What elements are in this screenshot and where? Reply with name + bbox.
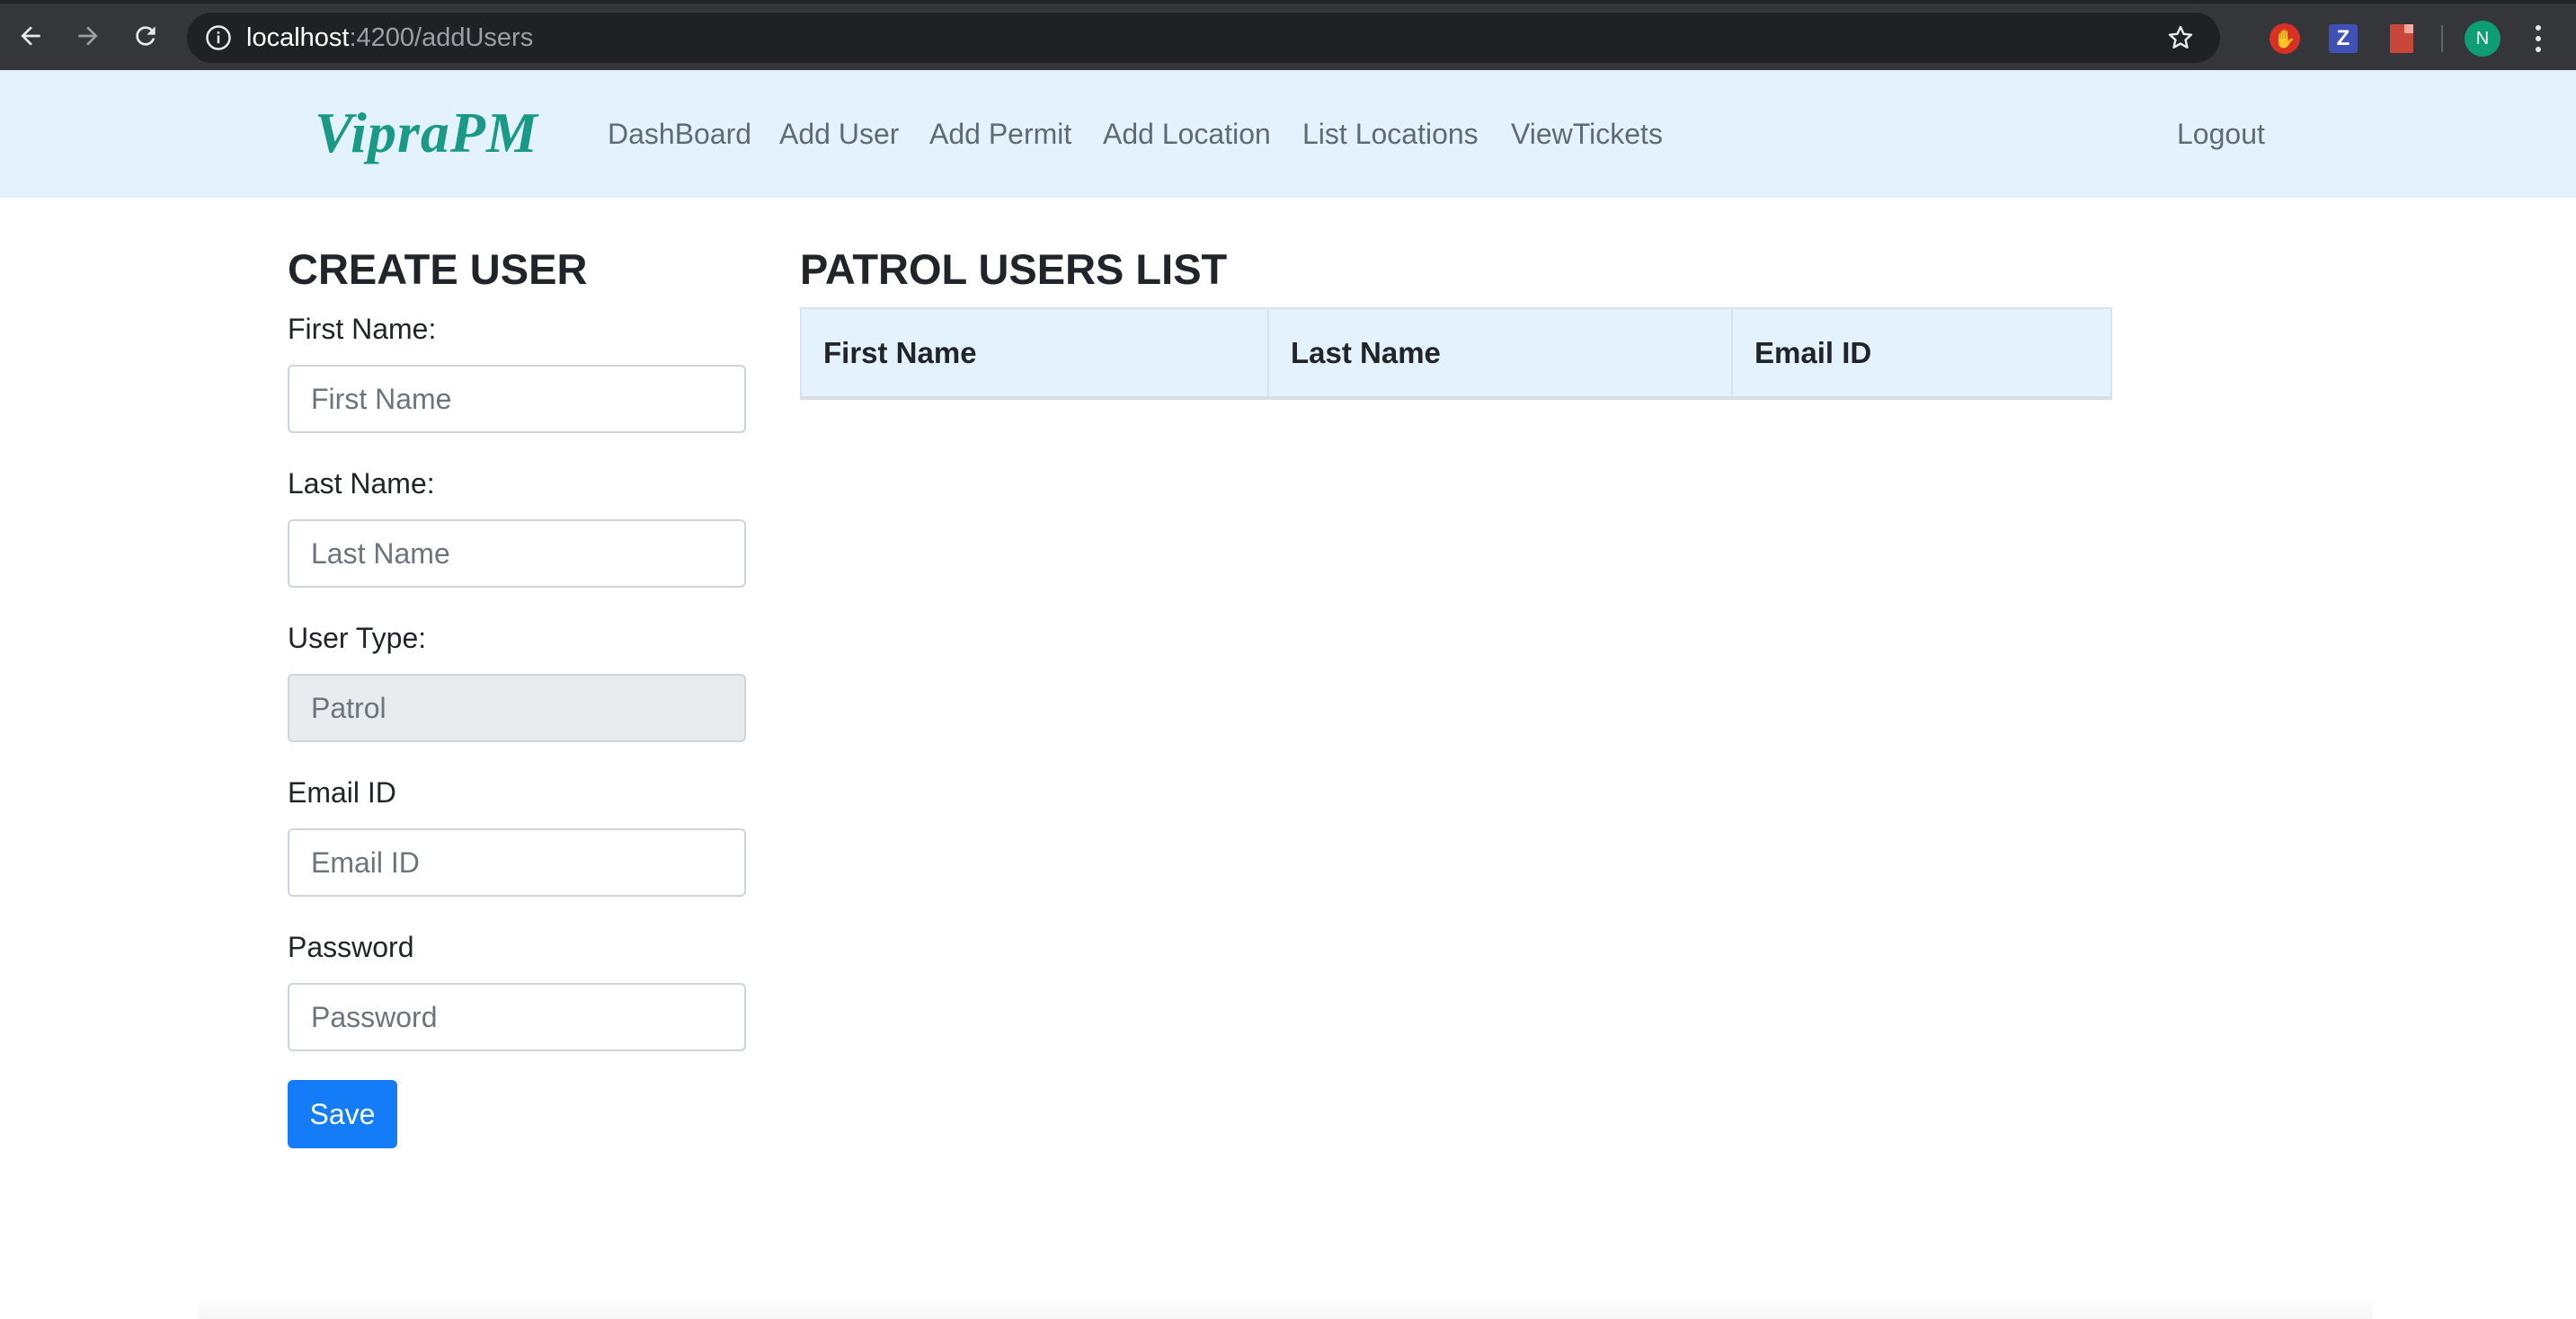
password-label: Password: [288, 931, 414, 963]
toolbar-divider: [2441, 25, 2443, 52]
extension-pdf-icon[interactable]: [2386, 23, 2417, 54]
address-bar[interactable]: localhost:4200/addUsers: [187, 13, 2220, 63]
create-user-form: CREATE USER First Name: Last Name: User …: [288, 241, 746, 1148]
table-header-row: First Name Last Name Email ID: [800, 307, 2112, 400]
password-input[interactable]: [288, 983, 746, 1051]
url-text[interactable]: localhost:4200/addUsers: [246, 13, 533, 63]
column-header-email: Email ID: [1731, 307, 2112, 400]
nav-link-add-location[interactable]: Add Location: [1103, 113, 1271, 155]
back-arrow-icon[interactable]: [13, 18, 49, 54]
nav-link-view-tickets[interactable]: ViewTickets: [1511, 113, 1663, 155]
nav-link-add-permit[interactable]: Add Permit: [929, 113, 1071, 155]
user-type-field: [288, 674, 746, 742]
nav-link-add-user[interactable]: Add User: [779, 113, 899, 155]
app-navbar: VipraPM DashBoard Add User Add Permit Ad…: [0, 70, 2576, 198]
nav-link-dashboard[interactable]: DashBoard: [608, 113, 751, 155]
browser-menu-icon[interactable]: [2529, 22, 2547, 56]
column-header-first-name: First Name: [800, 307, 1269, 400]
url-host: localhost: [246, 23, 350, 52]
bookmark-star-icon[interactable]: [2166, 23, 2195, 52]
extension-stop-icon[interactable]: ✋: [2270, 23, 2300, 54]
first-name-input[interactable]: [288, 365, 746, 433]
save-button[interactable]: Save: [288, 1080, 397, 1148]
users-list-title: PATROL USERS LIST: [800, 245, 1228, 293]
logout-link[interactable]: Logout: [2177, 113, 2265, 155]
column-header-last-name: Last Name: [1267, 307, 1733, 400]
url-path: :4200/addUsers: [349, 23, 534, 52]
last-name-input[interactable]: [288, 519, 746, 588]
browser-toolbar: localhost:4200/addUsers ✋ Z N: [0, 0, 2576, 70]
info-icon[interactable]: [205, 24, 232, 51]
patrol-users-list: PATROL USERS LIST First Name Last Name E…: [800, 241, 2112, 400]
brand-logo[interactable]: VipraPM: [315, 101, 538, 165]
footer-shadow: [198, 1294, 2373, 1319]
user-type-label: User Type:: [288, 622, 427, 654]
forward-arrow-icon[interactable]: [70, 18, 106, 54]
nav-link-list-locations[interactable]: List Locations: [1302, 113, 1479, 155]
last-name-label: Last Name:: [288, 467, 435, 500]
email-label: Email ID: [288, 776, 396, 809]
profile-avatar[interactable]: N: [2465, 21, 2500, 57]
reload-icon[interactable]: [128, 18, 164, 54]
users-table: First Name Last Name Email ID: [800, 307, 2112, 400]
create-user-title: CREATE USER: [288, 245, 588, 293]
email-input[interactable]: [288, 828, 746, 897]
first-name-label: First Name:: [288, 313, 437, 345]
extension-z-icon[interactable]: Z: [2328, 23, 2358, 54]
